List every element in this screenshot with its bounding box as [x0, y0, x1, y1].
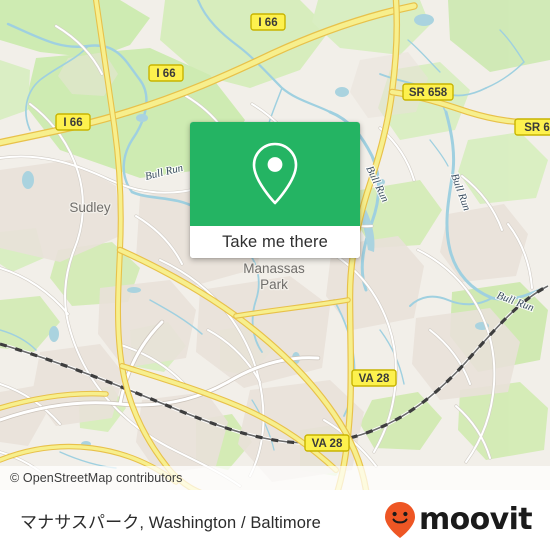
- road-shield-label: VA 28: [312, 438, 343, 450]
- road-shield-va28-1[interactable]: VA 28: [351, 369, 397, 387]
- road-shield-label: SR 658: [409, 87, 448, 99]
- location-pin-icon: [252, 142, 298, 205]
- location-separator: ,: [139, 513, 145, 532]
- place-label-manassas: Manassas: [243, 261, 305, 276]
- map-attribution: © OpenStreetMap contributors: [0, 466, 550, 490]
- poi-card-header: [190, 122, 360, 226]
- attribution-text: © OpenStreetMap contributors: [10, 471, 183, 485]
- road-shield-label: I 66: [63, 117, 82, 129]
- take-me-there-label: Take me there: [222, 232, 328, 251]
- location-title: マナサスパーク, Washington / Baltimore: [20, 508, 321, 533]
- screenshot-root: Bull Run Bull Run Bull Run Bull Run Sudl…: [0, 0, 550, 550]
- location-region: Washington / Baltimore: [148, 513, 321, 532]
- moovit-logo[interactable]: moovit: [383, 501, 533, 539]
- road-shield-i66-1[interactable]: I 66: [250, 13, 286, 31]
- road-shield-label: SR 6: [524, 122, 550, 134]
- road-shield-sr6-clipped[interactable]: SR 6: [514, 118, 550, 136]
- road-shield-va28-2[interactable]: VA 28: [304, 434, 350, 452]
- place-label-park: Park: [260, 277, 288, 292]
- road-shield-i66-2[interactable]: I 66: [148, 64, 184, 82]
- poi-card[interactable]: Take me there: [190, 122, 360, 258]
- location-place-name: マナサスパーク: [20, 512, 140, 532]
- road-shield-label: VA 28: [359, 373, 390, 385]
- road-shield-sr658[interactable]: SR 658: [402, 83, 454, 101]
- place-label-sudley: Sudley: [69, 200, 111, 215]
- road-shield-i66-3[interactable]: I 66: [55, 113, 91, 131]
- take-me-there-button[interactable]: Take me there: [190, 226, 360, 258]
- road-shield-label: I 66: [258, 17, 277, 29]
- road-shield-label: I 66: [156, 68, 175, 80]
- moovit-pin-icon: [384, 502, 415, 538]
- bottom-bar: マナサスパーク, Washington / Baltimore moovit: [0, 490, 550, 550]
- moovit-wordmark: moovit: [418, 502, 533, 537]
